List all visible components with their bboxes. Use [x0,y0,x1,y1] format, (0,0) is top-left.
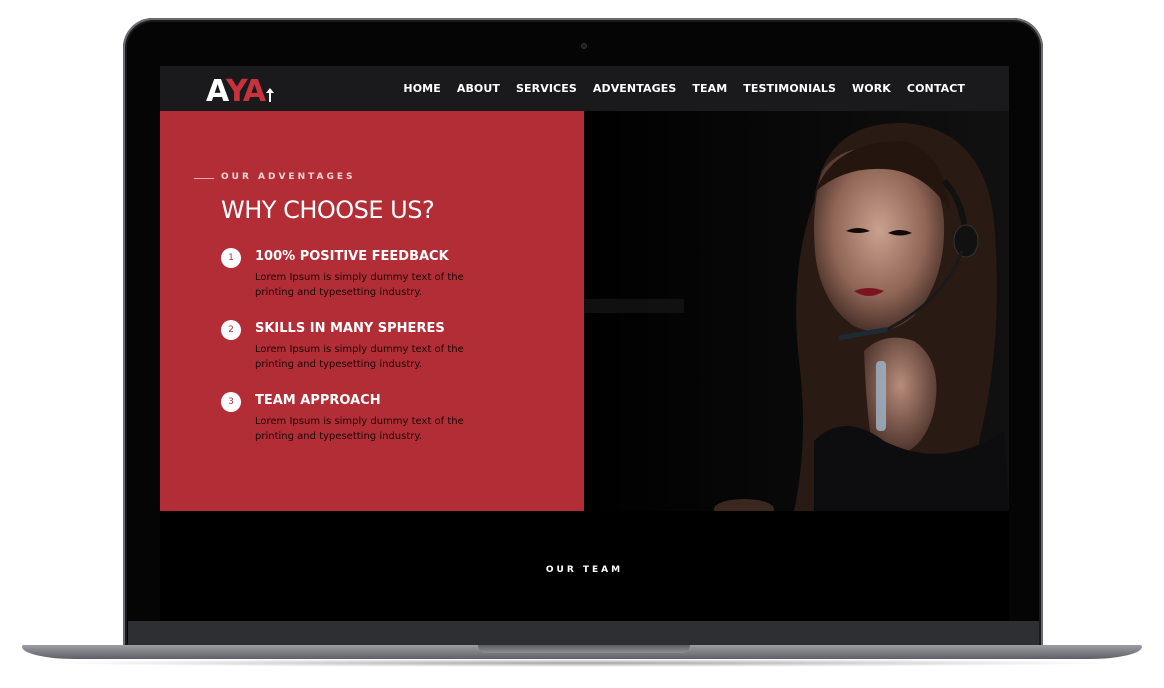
brand-logo[interactable]: A YA [206,72,276,109]
support-agent-illustration [584,111,1009,511]
eyebrow-divider [194,178,214,179]
support-agent-photo [584,111,1009,511]
feature-number-badge: 2 [221,320,241,340]
website-screen: A YA HOME ABOUT SERVICES ADVENTAGES TEAM… [160,66,1009,621]
feature-title: SKILLS IN MANY SPHERES [255,321,445,336]
advantages-panel: OUR ADVENTAGES WHY CHOOSE US? 1 100% POS… [160,111,584,511]
nav-adventages[interactable]: ADVENTAGES [593,82,677,95]
screen-bezel-bottom [128,621,1039,645]
nav-about[interactable]: ABOUT [457,82,500,95]
arrow-up-icon [266,88,274,102]
section-heading: WHY CHOOSE US? [221,196,435,224]
feature-description: Lorem Ipsum is simply dummy text of the … [255,344,464,370]
logo-letters-ya: YA [226,74,266,109]
nav-contact[interactable]: CONTACT [907,82,965,95]
feature-description: Lorem Ipsum is simply dummy text of the … [255,272,464,298]
top-navbar: A YA HOME ABOUT SERVICES ADVENTAGES TEAM… [160,66,1009,111]
feature-description: Lorem Ipsum is simply dummy text of the … [255,416,464,442]
nav-testimonials[interactable]: TESTIMONIALS [743,82,836,95]
section-eyebrow: OUR ADVENTAGES [221,172,356,182]
feature-title: TEAM APPROACH [255,393,381,408]
feature-title: 100% POSITIVE FEEDBACK [255,249,449,264]
nav-services[interactable]: SERVICES [516,82,577,95]
laptop-base-notch [478,645,690,653]
team-section-label: OUR TEAM [545,565,624,575]
camera-icon [581,43,587,49]
feature-number-badge: 3 [221,392,241,412]
feature-number-badge: 1 [221,248,241,268]
nav-work[interactable]: WORK [852,82,891,95]
logo-letter-a: A [206,74,229,109]
main-menu: HOME ABOUT SERVICES ADVENTAGES TEAM TEST… [403,66,965,111]
nav-team[interactable]: TEAM [692,82,727,95]
laptop-shadow [40,659,1124,667]
nav-home[interactable]: HOME [403,82,440,95]
